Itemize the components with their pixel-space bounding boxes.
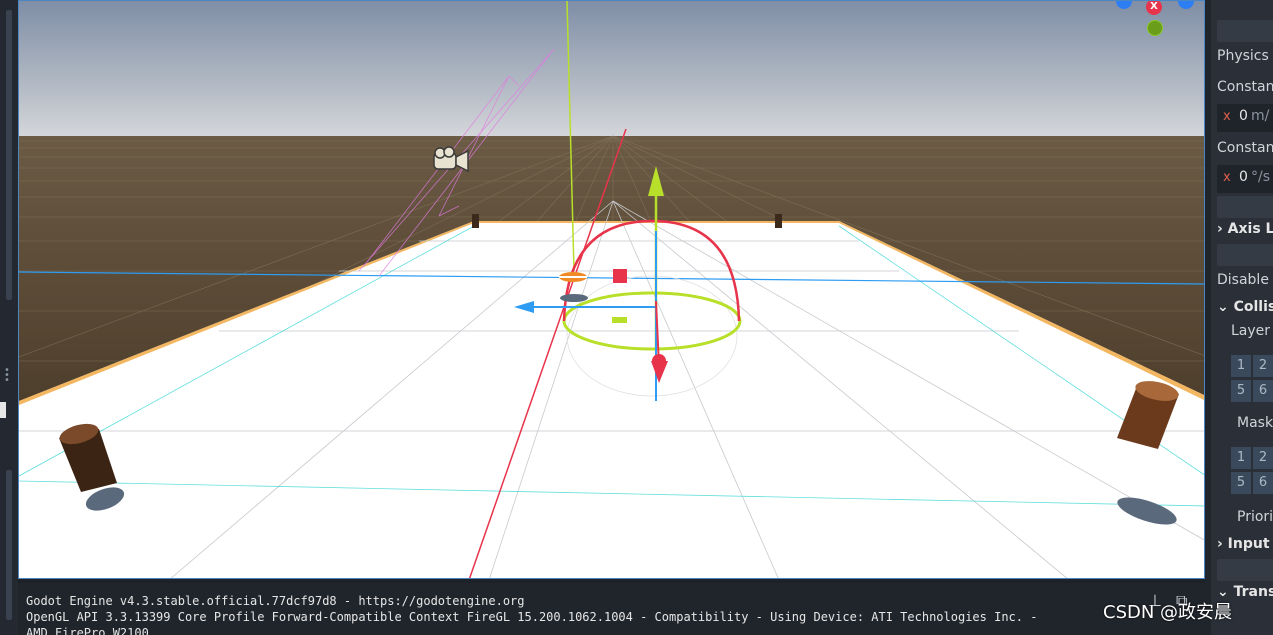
unit: °/s xyxy=(1251,169,1271,185)
left-dock-strip: • • • xyxy=(0,0,18,635)
mask-cell[interactable]: 5 xyxy=(1231,472,1251,494)
constant-linear-label: Constan xyxy=(1217,79,1273,95)
separator-bar xyxy=(1217,559,1273,581)
mask-cell[interactable]: 6 xyxy=(1253,472,1273,494)
input-label: Input xyxy=(1227,536,1270,552)
fence-post[interactable] xyxy=(472,214,479,228)
chevron-down-icon: ⌄ xyxy=(1217,299,1229,315)
unit: m/ xyxy=(1251,108,1270,124)
console-line: AMD FirePro W2100 xyxy=(26,626,149,635)
separator-bar xyxy=(1217,196,1273,218)
sky xyxy=(19,1,1204,136)
dock-tab-marker[interactable] xyxy=(0,402,6,418)
dock-scrollbar-lower[interactable] xyxy=(6,470,12,620)
chevron-right-icon: › xyxy=(1217,221,1223,237)
axis-lock-section[interactable]: › Axis L xyxy=(1217,221,1273,237)
console-line: Godot Engine v4.3.stable.official.77dcf9… xyxy=(26,594,525,608)
constant-linear-field[interactable]: x 0 m/ xyxy=(1217,104,1273,132)
layer-cell[interactable]: 5 xyxy=(1231,380,1251,402)
gizmo-y-icon[interactable] xyxy=(1147,20,1163,36)
viewport-scene xyxy=(19,1,1204,578)
mask-label: Mask xyxy=(1237,415,1273,431)
inspector-top xyxy=(1217,0,1273,10)
input-section[interactable]: › Input xyxy=(1217,536,1270,552)
axis-x-label: x xyxy=(1223,170,1231,185)
priority-label: Priori xyxy=(1237,509,1273,525)
axis-lock-label: Axis L xyxy=(1227,221,1273,237)
watermark-text: CSDN @政安晨 xyxy=(1103,602,1233,623)
collision-section[interactable]: ⌄ Collisi xyxy=(1217,299,1273,315)
value: 0 xyxy=(1239,169,1248,185)
transform-label: Transf xyxy=(1233,584,1273,600)
physics-label: Physics xyxy=(1217,48,1269,64)
axis-x-label: x xyxy=(1223,109,1231,124)
mask-cell[interactable]: 1 xyxy=(1231,447,1251,469)
console-line: OpenGL API 3.3.13399 Core Profile Forwar… xyxy=(26,610,1038,624)
disabled-mode-label: Disable xyxy=(1217,272,1269,288)
inspector-header-bar[interactable] xyxy=(1217,20,1273,42)
chevron-right-icon: › xyxy=(1217,536,1223,552)
3d-viewport[interactable]: X xyxy=(18,0,1205,579)
collision-label: Collisi xyxy=(1233,299,1273,315)
layer-label: Layer xyxy=(1231,323,1271,339)
drag-handle-icon[interactable]: • • • xyxy=(4,366,10,386)
output-console[interactable]: Godot Engine v4.3.stable.official.77dcf9… xyxy=(18,583,1138,635)
fence-post[interactable] xyxy=(775,214,782,228)
constant-angular-field[interactable]: x 0 °/s xyxy=(1217,165,1273,193)
constant-angular-label: Constan xyxy=(1217,140,1273,156)
mask-cell[interactable]: 2 xyxy=(1253,447,1273,469)
separator-bar xyxy=(1217,244,1273,266)
inspector-panel: Physics Constan x 0 m/ Constan x 0 °/s ›… xyxy=(1205,0,1273,635)
dock-scrollbar[interactable] xyxy=(6,10,12,300)
layer-cell[interactable]: 1 xyxy=(1231,355,1251,377)
layer-cell[interactable]: 6 xyxy=(1253,380,1273,402)
layer-cell[interactable]: 2 xyxy=(1253,355,1273,377)
value: 0 xyxy=(1239,108,1248,124)
